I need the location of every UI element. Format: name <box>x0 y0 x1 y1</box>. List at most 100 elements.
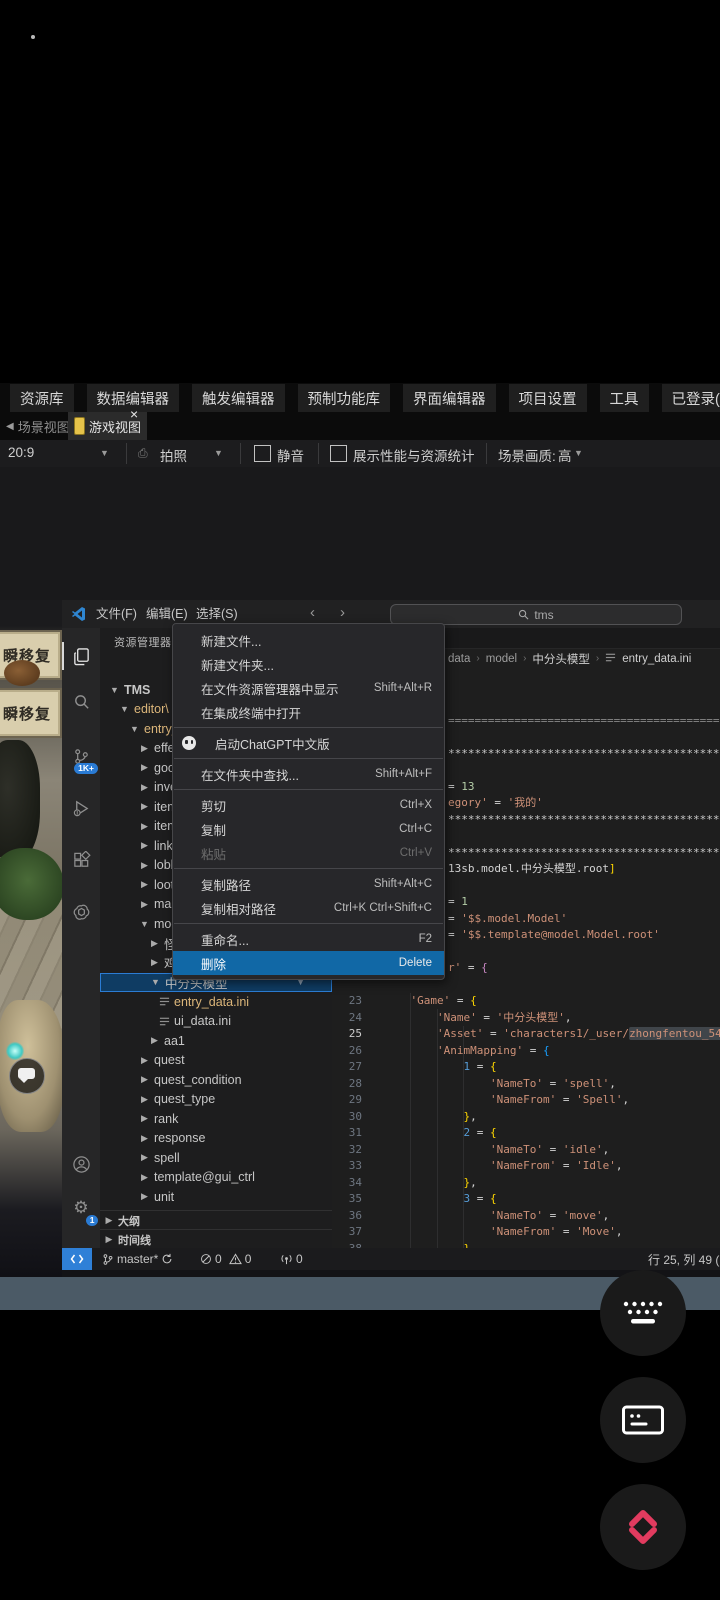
tree-item-entry_data.ini[interactable]: entry_data.iniM <box>100 992 332 1012</box>
menu-file[interactable]: 文件(F) <box>96 600 137 628</box>
chevron-right-icon: ▶ <box>148 957 161 968</box>
line-content: 3 = { <box>384 1191 497 1208</box>
chevron-right-icon: ▶ <box>138 840 151 851</box>
context-menu-item-0[interactable]: 新建文件... <box>173 628 444 652</box>
input-panel-button[interactable] <box>600 1377 686 1463</box>
tree-item-unit[interactable]: ▶unit <box>100 1187 332 1207</box>
tree-item-spell[interactable]: ▶spell <box>100 1148 332 1168</box>
tree-item-label: rank <box>154 1112 178 1126</box>
run-debug-icon[interactable] <box>62 788 100 828</box>
menu-item-label: 复制 <box>201 820 226 839</box>
chat-bubble-button[interactable] <box>9 1058 45 1094</box>
context-menu-item-10[interactable]: 复制Ctrl+C <box>173 817 444 841</box>
tree-item-ui_data.ini[interactable]: ui_data.ini <box>100 1012 332 1032</box>
photo-chevron-icon[interactable]: ▼ <box>214 448 223 458</box>
topbar-button-6[interactable]: 工具 <box>600 384 649 413</box>
code-fragment-row-14: = '$$.template@model.Model.root' <box>448 927 660 944</box>
context-menu-item-17[interactable]: 删除Delete <box>173 951 444 975</box>
context-menu-item-16[interactable]: 重命名...F2 <box>173 927 444 951</box>
chevron-right-icon: ▶ <box>138 1152 151 1163</box>
cursor-position[interactable]: 行 25, 列 49 (已 <box>648 1248 720 1270</box>
breadcrumb-segment-0[interactable]: data <box>448 653 470 665</box>
perf-stats-checkbox[interactable] <box>330 445 347 462</box>
topbar-button-0[interactable]: 资源库 <box>10 384 74 413</box>
activity-bar: 1K+ ⚙ 1 <box>62 628 100 1248</box>
tree-item-aa1[interactable]: ▶aa1 <box>100 1031 332 1051</box>
quality-label: 场景画质: <box>498 445 556 465</box>
tree-item-label: quest_type <box>154 1092 215 1106</box>
mute-checkbox[interactable] <box>254 445 271 462</box>
chevron-right-icon: ▶ <box>138 1133 151 1144</box>
tree-item-label: spell <box>154 1151 180 1165</box>
menu-item-label: 复制相对路径 <box>201 899 276 918</box>
line-number: 23 <box>332 993 362 1010</box>
login-status-button[interactable]: 已登录(好像安静地写代码-1082 <box>662 384 720 413</box>
context-menu-item-2[interactable]: 在文件资源管理器中显示Shift+Alt+R <box>173 676 444 700</box>
collapse-controls-button[interactable] <box>600 1484 686 1570</box>
timeline-section[interactable]: ▶ 时间线 <box>100 1229 332 1248</box>
tab-scene-view[interactable]: ◀ 场景视图 <box>0 412 76 440</box>
keyboard-icon <box>621 1297 665 1329</box>
tree-item-quest_condition[interactable]: ▶quest_condition <box>100 1070 332 1090</box>
aspect-chevron-icon[interactable]: ▼ <box>100 448 109 458</box>
explorer-icon[interactable] <box>62 636 100 676</box>
tree-item-quest_type[interactable]: ▶quest_type <box>100 1090 332 1110</box>
topbar-button-4[interactable]: 界面编辑器 <box>403 384 496 413</box>
topbar-button-5[interactable]: 项目设置 <box>509 384 587 413</box>
phone-icon <box>74 417 85 435</box>
context-menu-item-11: 粘贴Ctrl+V <box>173 841 444 865</box>
line-number: 24 <box>332 1010 362 1027</box>
line-content: 'Name' = '中分头模型', <box>384 1010 571 1027</box>
scene-view-icon: ◀ <box>6 421 14 432</box>
show-keyboard-button[interactable] <box>600 1270 686 1356</box>
breadcrumb[interactable]: data›model›中分头模型›entry_data.ini <box>448 649 691 668</box>
line-content: 'Asset' = 'characters1/_user/zhongfentou… <box>384 1026 720 1043</box>
context-menu-item-1[interactable]: 新建文件夹... <box>173 652 444 676</box>
close-tab-icon[interactable]: × <box>130 407 138 421</box>
aspect-ratio-select[interactable]: 20:9 <box>8 445 34 460</box>
chatgpt-icon <box>182 736 196 750</box>
context-menu-item-13[interactable]: 复制路径Shift+Alt+C <box>173 872 444 896</box>
tree-item-response[interactable]: ▶response <box>100 1129 332 1149</box>
tree-item-template@gui_ctrl[interactable]: ▶template@gui_ctrl <box>100 1168 332 1188</box>
tree-item-quest[interactable]: ▶quest <box>100 1051 332 1071</box>
settings-gear-icon[interactable]: ⚙ 1 <box>62 1188 100 1228</box>
breadcrumb-segment-2[interactable]: 中分头模型 <box>532 651 590 667</box>
account-icon[interactable] <box>62 1144 100 1184</box>
context-menu-item-14[interactable]: 复制相对路径Ctrl+K Ctrl+Shift+C <box>173 896 444 920</box>
chevron-right-icon: ▶ <box>100 1215 118 1226</box>
chevron-down-icon: ▼ <box>108 685 121 695</box>
context-menu-item-3[interactable]: 在集成终端中打开 <box>173 700 444 724</box>
remote-indicator[interactable] <box>62 1248 92 1270</box>
problems-status[interactable]: 0 0 <box>200 1248 251 1270</box>
git-branch-status[interactable]: master* <box>102 1248 173 1270</box>
chevron-right-icon: ▶ <box>100 1234 118 1245</box>
menu-item-label: 在文件资源管理器中显示 <box>201 679 339 698</box>
command-center-search[interactable]: tms <box>390 604 682 625</box>
scm-badge: 1K+ <box>74 763 98 774</box>
breadcrumb-segment-3[interactable]: entry_data.ini <box>622 653 691 665</box>
sync-icon <box>161 1253 173 1265</box>
photo-button[interactable]: 拍照 <box>160 445 187 465</box>
ports-status[interactable]: 0 <box>280 1248 303 1270</box>
extensions-icon[interactable] <box>62 840 100 880</box>
quality-chevron-icon[interactable]: ▼ <box>574 448 583 458</box>
chatgpt-extension-icon[interactable] <box>62 892 100 932</box>
quality-value[interactable]: 高 <box>558 445 572 465</box>
topbar-button-3[interactable]: 预制功能库 <box>298 384 391 413</box>
context-menu-item-9[interactable]: 剪切Ctrl+X <box>173 793 444 817</box>
code-fragment-row-6: egory' = '我的' <box>448 795 543 812</box>
context-menu-item-5[interactable]: 启动ChatGPT中文版 <box>173 731 444 755</box>
search-sidebar-icon[interactable] <box>62 682 100 722</box>
source-control-icon[interactable]: 1K+ <box>62 736 100 776</box>
teleport-button-2[interactable]: 瞬移复 <box>0 688 62 738</box>
outline-section[interactable]: ▶ 大纲 <box>100 1210 332 1230</box>
code-line-34: 34 }, <box>332 1175 720 1192</box>
topbar-button-2[interactable]: 触发编辑器 <box>192 384 285 413</box>
breadcrumb-segment-1[interactable]: model <box>486 653 517 665</box>
chicken-decoration <box>4 660 40 686</box>
tree-item-rank[interactable]: ▶rank <box>100 1109 332 1129</box>
chevron-down-icon: ▼ <box>138 919 151 929</box>
context-menu-item-7[interactable]: 在文件夹中查找...Shift+Alt+F <box>173 762 444 786</box>
context-menu: 新建文件...新建文件夹...在文件资源管理器中显示Shift+Alt+R在集成… <box>172 623 445 980</box>
